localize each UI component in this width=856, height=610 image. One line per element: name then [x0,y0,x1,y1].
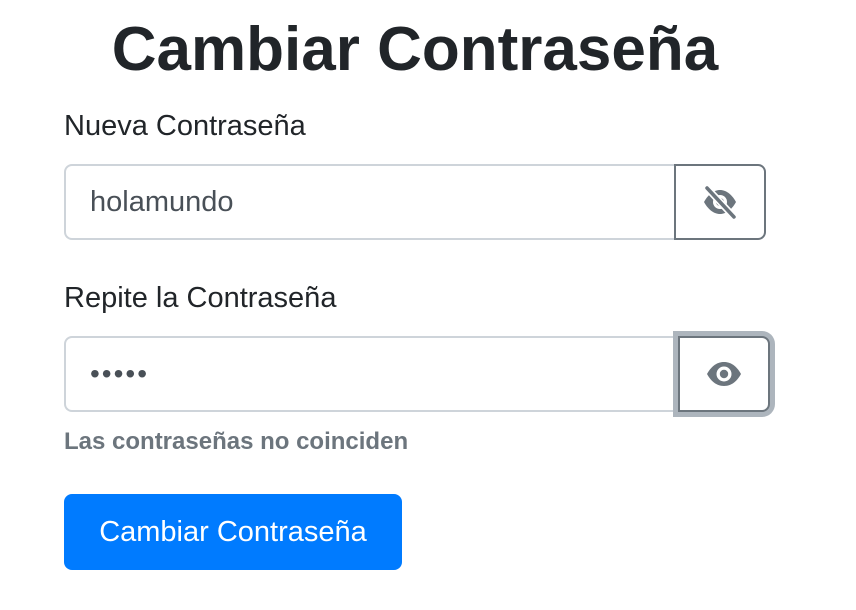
page-title: Cambiar Contraseña [111,15,719,84]
new-password-group [64,164,766,240]
repeat-password-label: Repite la Contraseña [64,282,337,314]
repeat-password-group [64,336,770,412]
new-password-toggle-button[interactable] [674,164,766,240]
change-password-button[interactable]: Cambiar Contraseña [64,494,402,570]
new-password-label: Nueva Contraseña [64,110,306,142]
repeat-password-toggle-button[interactable] [678,336,770,412]
password-mismatch-error: Las contraseñas no coinciden [64,428,409,455]
repeat-password-input[interactable] [64,336,674,412]
eye-slash-icon [700,184,740,220]
new-password-input[interactable] [64,164,674,240]
eye-icon [704,359,744,389]
